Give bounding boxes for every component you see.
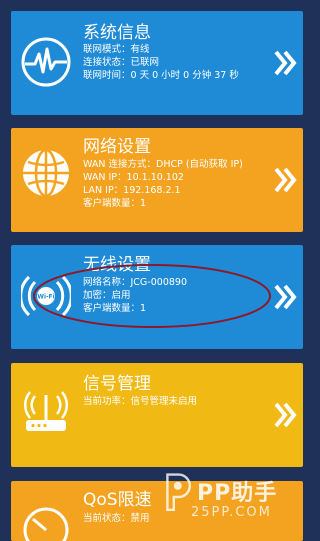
- chevron-right-icon[interactable]: [273, 49, 297, 77]
- card-info-line: WAN 连接方式：DHCP (自动获取 IP): [83, 159, 243, 170]
- card-title: QoS限速: [83, 490, 152, 510]
- pp-brand-text: PP助手: [197, 481, 278, 506]
- card-title: 信号管理: [83, 374, 151, 394]
- wifi-icon: Wi-Fi: [21, 275, 71, 317]
- card-info-line: 连接状态：已联网: [83, 57, 160, 68]
- card-wireless-settings[interactable]: Wi-Fi 无线设置 网络名称：JCG-000890 加密：启用 客户端数量：1: [11, 245, 303, 349]
- heartbeat-globe-icon: [21, 37, 71, 87]
- speed-icon: [23, 507, 69, 541]
- router-icon: [23, 391, 69, 431]
- card-info-line: 联网时间：0 天 0 小时 0 分钟 37 秒: [83, 70, 239, 81]
- card-title: 无线设置: [83, 255, 151, 275]
- pp-watermark: PP助手 25PP.COM: [157, 473, 307, 527]
- card-info-line: 加密：启用: [83, 290, 131, 301]
- card-info-line: LAN IP：192.168.2.1: [83, 185, 181, 196]
- chevron-right-icon[interactable]: [273, 166, 297, 194]
- card-info-line: 客户端数量：1: [83, 198, 147, 209]
- card-info-line: 当前状态：禁用: [83, 513, 150, 524]
- chevron-right-icon[interactable]: [273, 401, 297, 429]
- card-info-line: 网络名称：JCG-000890: [83, 277, 187, 288]
- pp-logo-icon: [166, 473, 191, 511]
- card-system-info[interactable]: 系统信息 联网模式：有线 连接状态：已联网 联网时间：0 天 0 小时 0 分钟…: [11, 11, 303, 115]
- card-info-line: 当前功率：信号管理未启用: [83, 396, 198, 407]
- globe-icon: [23, 148, 69, 198]
- card-info-line: 客户端数量：1: [83, 303, 147, 314]
- card-network-settings[interactable]: 网络设置 WAN 连接方式：DHCP (自动获取 IP) WAN IP：10.1…: [11, 128, 303, 232]
- pp-url-text: 25PP.COM: [191, 505, 272, 520]
- card-info-line: WAN IP：10.1.10.102: [83, 172, 184, 183]
- wifi-icon-text: Wi-Fi: [37, 294, 54, 301]
- chevron-right-icon[interactable]: [273, 283, 297, 311]
- card-title: 系统信息: [83, 23, 151, 43]
- card-title: 网络设置: [83, 137, 151, 157]
- card-info-line: 联网模式：有线: [83, 44, 150, 55]
- card-signal-management[interactable]: 信号管理 当前功率：信号管理未启用: [11, 363, 303, 467]
